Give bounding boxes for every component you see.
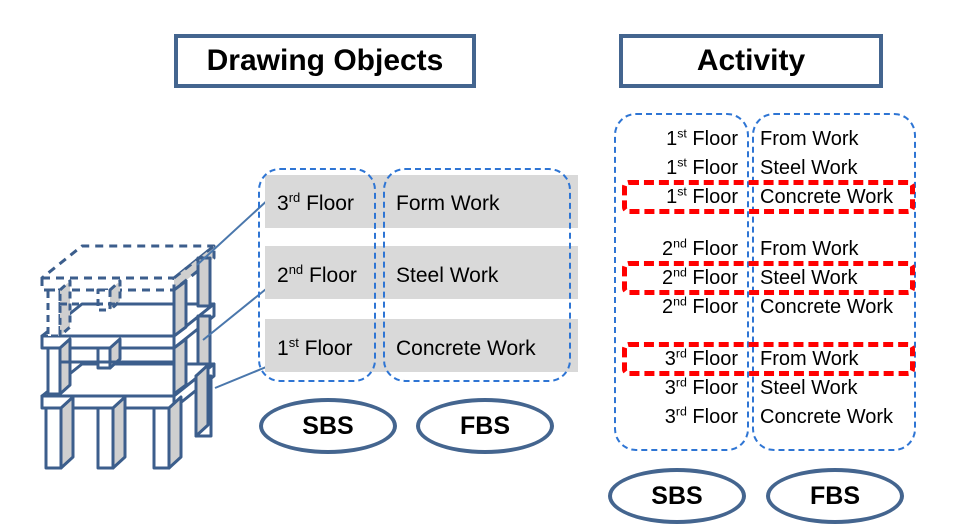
activity-row-2-work: Steel Work [760, 157, 858, 179]
activity-row-8-floor-label: Floor [692, 377, 738, 399]
activity-row-4-floor-label: Floor [692, 238, 738, 260]
activity-row-6-ordinal: 2 [661, 296, 674, 318]
sbs-row-1st-suffix: st [288, 335, 299, 350]
activity-row-1-work: From Work [760, 128, 859, 150]
drawing-objects-sbs-ellipse: SBS [259, 398, 397, 454]
activity-row-9-suffix: rd [675, 404, 687, 419]
activity-row-3-highlight [622, 180, 915, 214]
drawing-objects-sbs-label: SBS [302, 411, 354, 440]
activity-row-6-work: Concrete Work [760, 296, 894, 318]
activity-row-4-suffix: nd [673, 236, 687, 251]
activity-row-9-work: Concrete Work [760, 406, 894, 428]
activity-row-1-suffix: st [677, 126, 687, 141]
activity-row-7-highlight [622, 342, 915, 376]
activity-row-4-work: From Work [760, 238, 859, 260]
sbs-row-3rd-label: Floor [306, 192, 354, 215]
activity-row-9-ordinal: 3 [664, 406, 676, 428]
sbs-row-2nd-floor: 2nd Floor [277, 262, 357, 287]
activity-row-1-floor: 1st Floor [628, 126, 738, 150]
activity-row-6-suffix: nd [673, 294, 687, 309]
fbs-row-form-work: Form Work [396, 192, 500, 215]
activity-row-5-highlight [622, 261, 915, 295]
sbs-row-3rd-ordinal: 3 [277, 192, 289, 215]
drawing-objects-fbs-ellipse: FBS [416, 398, 554, 454]
activity-row-1-floor-label: Floor [692, 128, 738, 150]
activity-fbs-ellipse: FBS [766, 468, 904, 524]
activity-row-8-work: Steel Work [760, 377, 858, 399]
activity-sbs-ellipse: SBS [608, 468, 746, 524]
activity-fbs-label: FBS [810, 481, 860, 510]
activity-row-8-floor: 3rd Floor [628, 375, 738, 399]
activity-row-8-ordinal: 3 [664, 377, 676, 399]
sbs-row-3rd-floor: 3rd Floor [277, 190, 354, 215]
activity-row-2-floor-label: Floor [692, 157, 738, 179]
activity-header: Activity [619, 34, 883, 88]
sbs-row-1st-ordinal: 1 [277, 337, 289, 360]
sbs-row-2nd-ordinal: 2 [277, 264, 289, 287]
sbs-row-3rd-suffix: rd [288, 190, 301, 205]
activity-row-4-floor: 2nd Floor [628, 236, 738, 260]
fbs-row-steel-work: Steel Work [396, 264, 499, 287]
activity-row-9-floor-label: Floor [692, 406, 738, 428]
fbs-row-concrete-work: Concrete Work [396, 337, 536, 360]
activity-row-2-ordinal: 1 [666, 157, 678, 179]
drawing-objects-fbs-label: FBS [460, 411, 510, 440]
activity-header-label: Activity [696, 44, 806, 77]
activity-row-2-floor: 1st Floor [628, 155, 738, 179]
activity-row-6-floor-label: Floor [692, 296, 738, 318]
sbs-row-1st-floor: 1st Floor [277, 335, 353, 360]
sbs-row-1st-label: Floor [304, 337, 353, 360]
activity-row-8-suffix: rd [675, 375, 687, 390]
activity-row-2-suffix: st [677, 155, 687, 170]
drawing-objects-header: Drawing Objects [174, 34, 476, 88]
activity-row-9-floor: 3rd Floor [628, 404, 738, 428]
sbs-row-2nd-label: Floor [309, 264, 357, 287]
sbs-row-2nd-suffix: nd [288, 262, 304, 277]
activity-sbs-label: SBS [651, 481, 703, 510]
activity-row-4-ordinal: 2 [661, 238, 674, 260]
drawing-objects-header-label: Drawing Objects [206, 44, 444, 77]
activity-row-1-ordinal: 1 [666, 128, 678, 150]
activity-row-6-floor: 2nd Floor [628, 294, 738, 318]
